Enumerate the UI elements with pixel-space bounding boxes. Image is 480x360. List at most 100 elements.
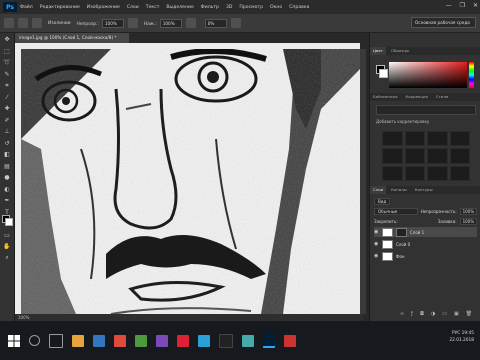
app-icon[interactable] [242,334,254,347]
stamp-tool-icon[interactable]: ⊥ [2,127,12,137]
tab-adjustments[interactable]: Коррекция [403,93,431,101]
layer-row[interactable]: ◉ Слой 1 [374,227,477,237]
app-icon[interactable] [284,334,296,347]
app-icon[interactable] [219,333,233,348]
media-icon[interactable] [177,334,189,347]
blend-mode-select[interactable]: Обычные [374,207,418,215]
thumbnail[interactable] [427,131,448,147]
menu-file[interactable]: Файл [20,5,33,10]
lasso-tool-icon[interactable]: ➰ [2,58,12,68]
menu-layers[interactable]: Слои [127,5,139,10]
background-color-swatch[interactable] [5,218,13,226]
thumbnail[interactable] [382,165,403,181]
thumbnail[interactable] [427,148,448,164]
maximize-button[interactable]: ❐ [460,2,465,9]
tab-styles[interactable]: Стили [433,93,452,101]
clock-time[interactable]: 19:45 [462,331,474,336]
hue-slider[interactable] [469,62,474,88]
tool-preset-icon[interactable] [4,18,14,28]
workspace-select[interactable]: Основная рабочая среда [411,17,476,28]
language-indicator[interactable]: РУС [452,331,460,336]
thumbnail[interactable] [404,131,425,147]
menu-view[interactable]: Просмотр [239,5,263,10]
layer-row[interactable]: ◉ Фон [374,251,477,261]
move-tool-icon[interactable]: ✥ [2,35,12,45]
menu-select[interactable]: Выделение [166,5,193,10]
thumbnail[interactable] [404,165,425,181]
menu-3d[interactable]: 3D [226,5,232,10]
zoom-tool-icon[interactable]: ⌕ [2,253,12,263]
document-canvas[interactable] [21,49,360,314]
tab-paths[interactable]: Контуры [412,186,436,194]
smoothing-field[interactable]: 0% [204,18,227,28]
brush-tool-icon[interactable]: ✐ [2,115,12,125]
history-brush-tool-icon[interactable]: ↺ [2,138,12,148]
browser-icon[interactable] [93,334,105,347]
delete-layer-icon[interactable]: 🗑 [466,311,472,317]
visibility-eye-icon[interactable]: ◉ [374,241,380,247]
tab-color[interactable]: Цвет [370,47,386,55]
thumbnail[interactable] [427,165,448,181]
menu-image[interactable]: Изображение [87,5,120,10]
fx-icon[interactable]: ƒ [411,311,413,317]
panel-background-swatch[interactable] [379,69,388,78]
app-icon[interactable] [198,334,210,347]
minimize-button[interactable]: — [446,2,452,9]
tab-swatches[interactable]: Образцы [388,47,412,55]
pen-tool-icon[interactable]: ✒ [2,196,12,206]
group-folder-icon[interactable]: ▭ [442,311,447,317]
layer-mask-thumbnail[interactable] [396,227,407,237]
tab-channels[interactable]: Каналы [388,186,410,194]
layer-opacity-field[interactable]: 100% [459,207,477,215]
menu-help[interactable]: Справка [289,5,309,10]
layers-kind-select[interactable]: Вид [374,197,391,205]
fill-field[interactable]: 100% [459,217,477,225]
marquee-tool-icon[interactable]: ⬚ [2,46,12,56]
menu-type[interactable]: Текст [146,5,160,10]
thumbnail[interactable] [404,148,425,164]
new-layer-icon[interactable]: ▣ [454,311,459,317]
mode-label[interactable]: Изолинии [48,21,71,26]
add-mask-icon[interactable]: ◘ [420,311,424,317]
vertical-scrollbar[interactable] [360,49,366,314]
thumbnail[interactable] [382,148,403,164]
eraser-tool-icon[interactable]: ◧ [2,150,12,160]
close-button[interactable]: ✕ [473,2,478,9]
opacity-field[interactable]: 100% [101,18,124,28]
eyedropper-tool-icon[interactable]: ⁄ [2,92,12,102]
link-layers-icon[interactable]: ∞ [400,311,404,317]
healing-tool-icon[interactable]: ✚ [2,104,12,114]
shape-tool-icon[interactable]: ▭ [2,230,12,240]
thumbnail[interactable] [449,148,470,164]
brush-preset-icon[interactable] [18,18,28,28]
flow-field[interactable]: 100% [159,18,182,28]
thumbnail[interactable] [382,131,403,147]
gradient-tool-icon[interactable]: ▤ [2,161,12,171]
hand-tool-icon[interactable]: ✋ [2,242,12,252]
crop-tool-icon[interactable]: ⌗ [2,81,12,91]
search-icon[interactable] [29,335,40,346]
color-field[interactable] [389,62,467,88]
windows-start-icon[interactable] [8,334,20,347]
file-explorer-icon[interactable] [72,334,84,347]
airbrush-icon[interactable] [185,18,196,28]
dodge-tool-icon[interactable]: ◐ [2,184,12,194]
photoshop-taskbar-icon[interactable] [263,333,275,348]
menu-window[interactable]: Окно [270,5,282,10]
visibility-eye-icon[interactable]: ◉ [374,253,380,259]
pressure-size-icon[interactable] [230,18,241,28]
app-icon[interactable] [135,334,147,347]
layer-row[interactable]: ◉ Слой 0 [374,239,477,249]
brush-panel-icon[interactable] [32,18,42,28]
menu-filter[interactable]: Фильтр [201,5,219,10]
thumbnail[interactable] [449,165,470,181]
thumbnail[interactable] [449,131,470,147]
clock-date[interactable]: 22.01.2018 [449,337,474,344]
tab-libraries[interactable]: Библиотеки [370,93,401,101]
tab-layers[interactable]: Слои [370,186,387,194]
library-select[interactable] [376,105,476,115]
pressure-opacity-icon[interactable] [127,18,138,28]
adjustment-layer-icon[interactable]: ◑ [431,311,435,317]
app-icon[interactable] [114,334,126,347]
menu-edit[interactable]: Редактирование [40,5,80,10]
